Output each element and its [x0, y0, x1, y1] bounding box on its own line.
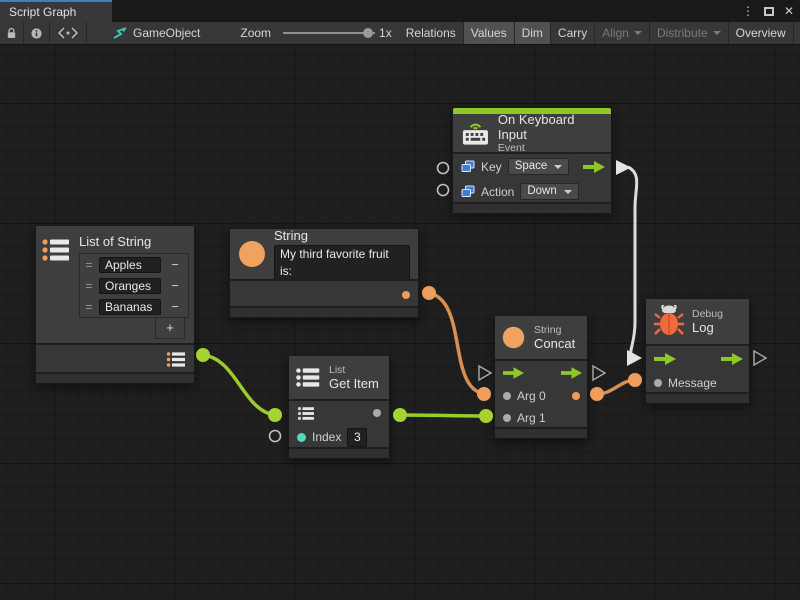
window-maximize-icon[interactable]: [764, 7, 774, 16]
zoom-slider-handle[interactable]: [363, 28, 373, 38]
node-title: List of String: [79, 234, 189, 249]
control-output-arrow-icon[interactable]: [721, 353, 743, 365]
node-get-item[interactable]: List Get Item Index 3: [288, 355, 390, 459]
list-icon: [295, 365, 321, 390]
control-input-arrow-icon[interactable]: [503, 367, 524, 379]
info-icon: [31, 27, 42, 40]
unity-script-graph-window: Script Graph ⋮ ✕ GameObject Zoom 1x Rela…: [0, 0, 800, 600]
index-input-port[interactable]: [297, 433, 306, 442]
tab-script-graph[interactable]: Script Graph: [0, 0, 112, 22]
drag-handle-icon[interactable]: =: [83, 300, 95, 314]
arg0-port-label: Arg 0: [517, 389, 546, 403]
result-output-port[interactable]: [572, 392, 580, 400]
align-button[interactable]: Align: [595, 22, 650, 44]
remove-item-button[interactable]: −: [165, 278, 185, 293]
action-type-icon: [461, 185, 475, 198]
info-button[interactable]: [24, 22, 50, 44]
index-port-label: Index: [312, 430, 341, 444]
list-icon: [41, 236, 71, 264]
list-item-row: = Oranges −: [80, 275, 188, 296]
graph-pointer-icon: [112, 26, 127, 40]
add-item-button[interactable]: +: [155, 318, 185, 339]
node-title: On Keyboard Input: [498, 112, 603, 142]
overview-button[interactable]: Overview: [729, 22, 794, 44]
key-type-icon: [461, 160, 475, 173]
zoom-value: 1x: [379, 26, 392, 40]
bug-icon: [654, 305, 684, 338]
control-output-arrow-icon[interactable]: [561, 367, 582, 379]
graph-toolbar: GameObject Zoom 1x Relations Values Dim …: [0, 22, 800, 45]
message-input-port[interactable]: [654, 379, 662, 387]
control-output-arrow-icon[interactable]: [583, 161, 605, 173]
node-title: Log: [692, 320, 723, 335]
list-item-field[interactable]: Apples: [99, 257, 161, 273]
node-category: String: [534, 324, 575, 336]
graph-owner-label: GameObject: [133, 26, 200, 40]
arg1-port-label: Arg 1: [517, 411, 546, 425]
item-output-port[interactable]: [373, 409, 381, 417]
string-output-port[interactable]: [402, 291, 410, 299]
lock-button[interactable]: [0, 22, 24, 44]
align-dropdown-arrow-icon: [634, 31, 642, 35]
distribute-dropdown-arrow-icon: [713, 31, 721, 35]
dropdown-arrow-icon: [554, 165, 562, 169]
list-editor: = Apples − = Oranges − = Bananas −: [79, 253, 189, 318]
edit-graph-button[interactable]: [50, 22, 87, 44]
zoom-slider[interactable]: [283, 32, 375, 34]
node-title: String: [274, 228, 410, 243]
index-value-field[interactable]: 3: [347, 428, 367, 447]
control-input-arrow-icon[interactable]: [654, 353, 676, 365]
list-item-row: = Bananas −: [80, 296, 188, 317]
string-icon: [501, 325, 526, 350]
window-menu-icon[interactable]: ⋮: [742, 0, 754, 22]
window-close-icon[interactable]: ✕: [784, 0, 794, 22]
arg0-input-port[interactable]: [503, 392, 511, 400]
distribute-button[interactable]: Distribute: [650, 22, 729, 44]
node-category: Debug: [692, 308, 723, 320]
string-icon: [238, 240, 266, 268]
remove-item-button[interactable]: −: [165, 257, 185, 272]
remove-item-button[interactable]: −: [165, 299, 185, 314]
arg1-input-port[interactable]: [503, 414, 511, 422]
zoom-label: Zoom: [240, 26, 271, 40]
node-debug-log[interactable]: Debug Log Message: [645, 298, 750, 404]
dim-button[interactable]: Dim: [515, 22, 551, 44]
list-item-field[interactable]: Bananas: [99, 299, 161, 315]
tab-bar: Script Graph ⋮ ✕: [0, 0, 800, 22]
code-icon: [57, 27, 79, 39]
key-dropdown[interactable]: Space: [508, 158, 570, 175]
key-port-label: Key: [481, 160, 502, 174]
node-title: Get Item: [329, 376, 379, 391]
dropdown-arrow-icon: [564, 190, 572, 194]
node-string-literal[interactable]: String My third favorite fruit is:: [229, 228, 419, 318]
graph-owner-button[interactable]: GameObject: [105, 22, 207, 44]
keyboard-icon: [461, 120, 490, 147]
drag-handle-icon[interactable]: =: [83, 279, 95, 293]
node-on-keyboard-input[interactable]: On Keyboard Input Event Key Space Action…: [452, 107, 612, 214]
action-port-label: Action: [481, 185, 514, 199]
relations-button[interactable]: Relations: [399, 22, 464, 44]
list-item-row: = Apples −: [80, 254, 188, 275]
zoom-control: Zoom 1x: [233, 22, 398, 44]
list-input-port-icon[interactable]: [297, 406, 315, 421]
list-item-field[interactable]: Oranges: [99, 278, 161, 294]
node-title: Concat: [534, 336, 575, 351]
action-dropdown[interactable]: Down: [520, 183, 578, 200]
node-concat[interactable]: String Concat Arg 0 Arg 1: [494, 315, 588, 439]
list-output-port-icon[interactable]: [166, 351, 186, 368]
carry-button[interactable]: Carry: [551, 22, 595, 44]
node-category: List: [329, 364, 379, 376]
node-list-of-string[interactable]: List of String = Apples − = Oranges −: [35, 225, 195, 384]
values-button[interactable]: Values: [464, 22, 515, 44]
lock-icon: [7, 27, 16, 40]
message-port-label: Message: [668, 376, 717, 390]
fullscreen-button[interactable]: Full Screen: [794, 22, 800, 44]
drag-handle-icon[interactable]: =: [83, 258, 95, 272]
string-value-field[interactable]: My third favorite fruit is:: [274, 245, 410, 281]
